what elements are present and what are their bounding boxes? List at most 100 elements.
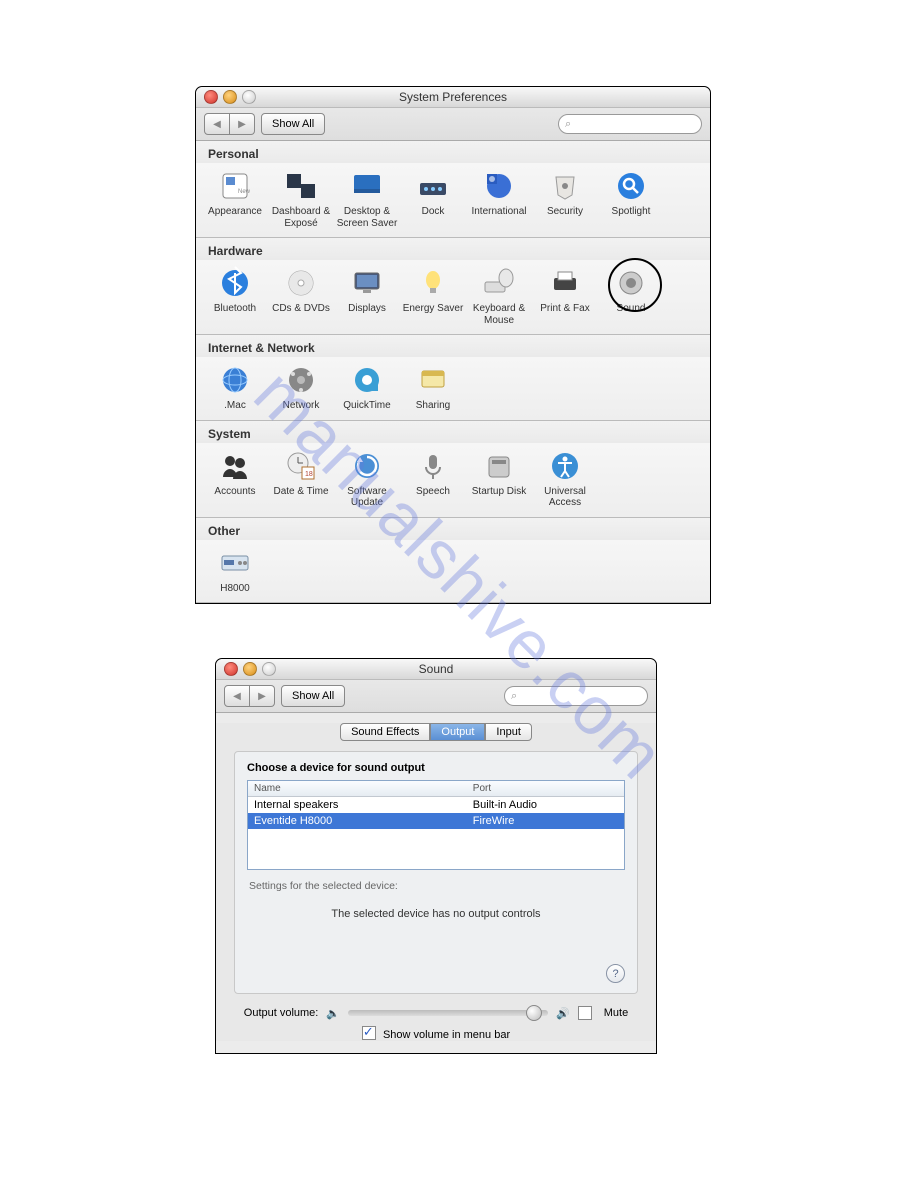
startup-icon xyxy=(482,449,516,483)
svg-text:18: 18 xyxy=(305,471,313,478)
tab-output[interactable]: Output xyxy=(430,723,485,741)
cds-icon xyxy=(284,266,318,300)
pref-cds[interactable]: CDs & DVDs xyxy=(270,266,332,326)
section-label: Internet & Network xyxy=(196,335,710,357)
svg-text:New: New xyxy=(238,189,251,195)
quicktime-icon xyxy=(350,363,384,397)
international-icon xyxy=(482,169,516,203)
search-input[interactable]: ⌕ xyxy=(558,114,702,134)
pref-label: Security xyxy=(534,206,596,218)
help-button[interactable]: ? xyxy=(606,964,625,983)
dotmac-icon xyxy=(218,363,252,397)
pref-label: Software Update xyxy=(336,486,398,509)
settings-for-label: Settings for the selected device: xyxy=(249,880,625,892)
pref-dotmac[interactable]: .Mac xyxy=(204,363,266,412)
nav-buttons: ◀ ▶ xyxy=(224,685,275,707)
pref-dock[interactable]: Dock xyxy=(402,169,464,229)
pref-network[interactable]: Network xyxy=(270,363,332,412)
tab-input[interactable]: Input xyxy=(485,723,531,741)
pref-security[interactable]: Security xyxy=(534,169,596,229)
pref-label: Displays xyxy=(336,303,398,315)
device-row[interactable]: Eventide H8000FireWire xyxy=(248,813,624,829)
back-button[interactable]: ◀ xyxy=(224,685,250,707)
pref-energy[interactable]: Energy Saver xyxy=(402,266,464,326)
pref-label: .Mac xyxy=(204,400,266,412)
window-title: System Preferences xyxy=(196,90,710,104)
pref-desktop[interactable]: Desktop & Screen Saver xyxy=(336,169,398,229)
section-body: New Appearance Dashboard & ExposéDesktop &… xyxy=(196,163,710,238)
pref-label: QuickTime xyxy=(336,400,398,412)
pref-label: Appearance xyxy=(204,206,266,218)
pref-sound[interactable]: Sound xyxy=(600,266,662,326)
pref-international[interactable]: International xyxy=(468,169,530,229)
section-label: System xyxy=(196,421,710,443)
titlebar: Sound xyxy=(216,659,656,680)
pref-label: International xyxy=(468,206,530,218)
universal-icon xyxy=(548,449,582,483)
swupdate-icon xyxy=(350,449,384,483)
tab-bar: Sound EffectsOutputInput xyxy=(216,723,656,741)
pref-label: Print & Fax xyxy=(534,303,596,315)
pref-spotlight[interactable]: Spotlight xyxy=(600,169,662,229)
pref-label: Desktop & Screen Saver xyxy=(336,206,398,229)
col-port-header: Port xyxy=(467,781,624,796)
pref-swupdate[interactable]: Software Update xyxy=(336,449,398,509)
nav-buttons: ◀ ▶ xyxy=(204,113,255,135)
pref-label: Speech xyxy=(402,486,464,498)
pref-universal[interactable]: Universal Access xyxy=(534,449,596,509)
displays-icon xyxy=(350,266,384,300)
pref-datetime[interactable]: 18 Date & Time xyxy=(270,449,332,509)
menubar-checkbox[interactable] xyxy=(362,1026,376,1040)
pref-sharing[interactable]: Sharing xyxy=(402,363,464,412)
pref-quicktime[interactable]: QuickTime xyxy=(336,363,398,412)
pref-speech[interactable]: Speech xyxy=(402,449,464,509)
search-input[interactable]: ⌕ xyxy=(504,686,648,706)
pref-startup[interactable]: Startup Disk xyxy=(468,449,530,509)
volume-slider[interactable] xyxy=(348,1010,548,1016)
pref-h8000[interactable]: H8000 xyxy=(204,546,266,595)
pref-label: Network xyxy=(270,400,332,412)
device-table: Name Port Internal speakersBuilt-in Audi… xyxy=(247,780,625,870)
section-body: H8000 xyxy=(196,540,710,604)
pref-bluetooth[interactable]: Bluetooth xyxy=(204,266,266,326)
appearance-icon: New xyxy=(218,169,252,203)
pref-keyboard[interactable]: Keyboard & Mouse xyxy=(468,266,530,326)
pref-accounts[interactable]: Accounts xyxy=(204,449,266,509)
no-controls-message: The selected device has no output contro… xyxy=(247,908,625,920)
device-port: Built-in Audio xyxy=(467,797,624,813)
pref-label: H8000 xyxy=(204,583,266,595)
section-label: Hardware xyxy=(196,238,710,260)
forward-button[interactable]: ▶ xyxy=(250,685,275,707)
tab-sound-effects[interactable]: Sound Effects xyxy=(340,723,430,741)
pref-label: Startup Disk xyxy=(468,486,530,498)
col-name-header: Name xyxy=(248,781,467,796)
datetime-icon: 18 xyxy=(284,449,318,483)
pref-label: Dashboard & Exposé xyxy=(270,206,332,229)
sound-window: Sound ◀ ▶ Show All ⌕ Sound EffectsOutput… xyxy=(215,658,657,1054)
forward-button[interactable]: ▶ xyxy=(230,113,255,135)
back-button[interactable]: ◀ xyxy=(204,113,230,135)
pref-appearance[interactable]: New Appearance xyxy=(204,169,266,229)
print-icon xyxy=(548,266,582,300)
pref-label: Date & Time xyxy=(270,486,332,498)
volume-high-icon: 🔊 xyxy=(556,1007,570,1020)
search-icon: ⌕ xyxy=(565,118,571,131)
mute-checkbox[interactable] xyxy=(578,1006,592,1020)
pref-print[interactable]: Print & Fax xyxy=(534,266,596,326)
highlight-circle xyxy=(608,258,662,312)
device-row[interactable]: Internal speakersBuilt-in Audio xyxy=(248,797,624,813)
pref-label: Sharing xyxy=(402,400,464,412)
speech-icon xyxy=(416,449,450,483)
show-all-button[interactable]: Show All xyxy=(281,685,345,707)
security-icon xyxy=(548,169,582,203)
h8000-icon xyxy=(218,546,252,580)
dashboard-icon xyxy=(284,169,318,203)
desktop-icon xyxy=(350,169,384,203)
pref-displays[interactable]: Displays xyxy=(336,266,398,326)
window-title: Sound xyxy=(216,662,656,676)
show-all-button[interactable]: Show All xyxy=(261,113,325,135)
mute-label: Mute xyxy=(604,1007,628,1019)
choose-device-label: Choose a device for sound output xyxy=(247,762,625,774)
search-icon: ⌕ xyxy=(511,690,517,703)
pref-dashboard[interactable]: Dashboard & Exposé xyxy=(270,169,332,229)
